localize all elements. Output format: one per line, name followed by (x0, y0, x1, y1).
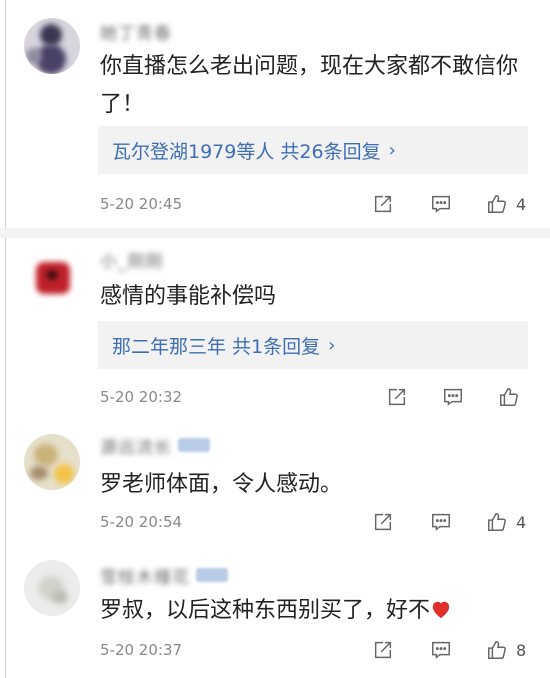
thumbs-up-icon[interactable] (484, 637, 510, 663)
comment-icon[interactable] (428, 509, 454, 535)
reply-summary-text: 瓦尔登湖1979等人 共26条回复 (112, 140, 381, 163)
comment-time: 5-20 20:54 (100, 513, 183, 531)
thumbs-up-icon[interactable] (484, 509, 510, 535)
thumbs-up-icon[interactable] (484, 191, 510, 217)
username[interactable]: 她丁青春 (100, 19, 172, 44)
comment-icon[interactable] (440, 384, 466, 410)
comment-text-body: 罗叔，以后这种东西别买了，好不 (100, 598, 431, 623)
comment-text: 你直播怎么老出问题，现在大家都不敢信你了！ (100, 54, 519, 117)
thumbs-up-icon[interactable] (496, 384, 522, 410)
comment-time: 5-20 20:37 (100, 641, 183, 659)
comment-icon[interactable] (428, 191, 454, 217)
chevron-right-icon: › (328, 334, 336, 356)
comment-text: 罗叔，以后这种东西别买了，好不 (100, 592, 520, 630)
comment-text: 感情的事能补偿吗 (100, 284, 277, 309)
like-count: 4 (516, 194, 527, 214)
share-icon[interactable] (370, 191, 396, 217)
comment-item: 源远流长 罗老师体面，令人感动。 5-20 20:54 4 (0, 420, 550, 546)
heart-icon (430, 594, 452, 619)
reply-summary-link[interactable]: 瓦尔登湖1979等人 共26条回复 › (98, 126, 528, 174)
vip-badge-icon (196, 568, 228, 582)
share-icon[interactable] (384, 384, 410, 410)
vip-badge-icon (178, 438, 210, 452)
username[interactable]: 小_刚刚 (100, 247, 164, 272)
reply-summary-link[interactable]: 那二年那三年 共1条回复 › (98, 321, 528, 369)
username[interactable]: 源远流长 (100, 433, 172, 458)
avatar[interactable] (24, 18, 80, 74)
reply-summary-text: 那二年那三年 共1条回复 (112, 335, 321, 358)
like-count: 8 (516, 640, 527, 660)
username[interactable]: 雪枝木槿花 (100, 563, 190, 588)
avatar[interactable] (24, 434, 80, 490)
comment-item: 她丁青春 你直播怎么老出问题，现在大家都不敢信你了！ 瓦尔登湖1979等人 共2… (0, 0, 550, 228)
avatar[interactable] (24, 560, 80, 616)
share-icon[interactable] (370, 509, 396, 535)
comment-time: 5-20 20:45 (100, 195, 183, 213)
avatar[interactable] (24, 248, 80, 304)
comment-item: 小_刚刚 感情的事能补偿吗 那二年那三年 共1条回复 › 5-20 20:32 (0, 238, 550, 420)
comment-item: 雪枝木槿花 罗叔，以后这种东西别买了，好不 5-20 20:37 8 (0, 546, 550, 678)
comment-time: 5-20 20:32 (100, 388, 183, 406)
chevron-right-icon: › (388, 139, 396, 161)
section-divider (0, 228, 550, 238)
comment-text: 罗老师体面，令人感动。 (100, 472, 343, 497)
like-count: 4 (516, 512, 527, 532)
share-icon[interactable] (370, 637, 396, 663)
comment-icon[interactable] (428, 637, 454, 663)
